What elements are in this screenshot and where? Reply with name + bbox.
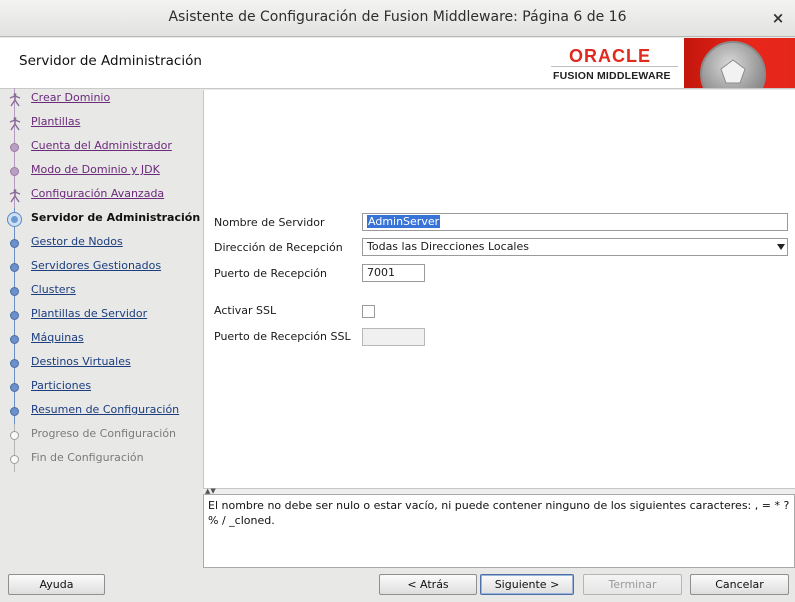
nav-item-label: Servidores Gestionados: [31, 259, 162, 272]
nav-item-5[interactable]: Servidor de Administración: [0, 208, 203, 232]
ssl-port-input[interactable]: [362, 328, 425, 346]
message-pane: El nombre no debe ser nulo o estar vacío…: [203, 494, 795, 568]
step-dot-icon: [10, 311, 19, 320]
nav-item-label: Progreso de Configuración: [31, 427, 177, 440]
nav-item-label: Servidor de Administración: [31, 211, 201, 224]
walker-icon: [9, 189, 21, 203]
logo-fmw-text: FUSION MIDDLEWARE: [553, 70, 671, 82]
nav-item-8[interactable]: Clusters: [0, 280, 203, 304]
nav-item-13[interactable]: Resumen de Configuración: [0, 400, 203, 424]
nav-item-label: Máquinas: [31, 331, 84, 344]
step-dot-icon: [10, 287, 19, 296]
nav-item-label: Resumen de Configuración: [31, 403, 180, 416]
listen-address-value: Todas las Direcciones Locales: [367, 240, 529, 253]
button-bar: Ayuda < Atrás Siguiente > Terminar Cance…: [0, 568, 795, 602]
walker-icon: [9, 93, 21, 107]
nav-item-0[interactable]: Crear Dominio: [0, 88, 203, 112]
nav-item-15: Fin de Configuración: [0, 448, 203, 472]
step-dot-icon: [10, 263, 19, 272]
help-button[interactable]: Ayuda: [8, 574, 105, 595]
step-dot-icon: [10, 455, 19, 464]
content-panel: Nombre de Servidor AdminServer Dirección…: [203, 90, 795, 488]
next-button[interactable]: Siguiente >: [480, 574, 574, 595]
close-icon[interactable]: ×: [770, 9, 786, 27]
listen-port-input[interactable]: 7001: [362, 264, 425, 282]
page-header: Servidor de Administración ORACLE FUSION…: [0, 38, 795, 89]
nav-item-4[interactable]: Configuración Avanzada: [0, 184, 203, 208]
nav-item-label: Plantillas de Servidor: [31, 307, 148, 320]
step-dot-icon: [10, 383, 19, 392]
listen-address-label: Dirección de Recepción: [214, 241, 343, 254]
walker-icon: [9, 117, 21, 131]
logo-divider: [551, 66, 678, 67]
server-name-label: Nombre de Servidor: [214, 216, 325, 229]
nav-item-9[interactable]: Plantillas de Servidor: [0, 304, 203, 328]
step-dot-icon: [10, 167, 19, 176]
server-name-value: AdminServer: [367, 215, 441, 228]
nav-item-1[interactable]: Plantillas: [0, 112, 203, 136]
nav-item-3[interactable]: Modo de Dominio y JDK: [0, 160, 203, 184]
ssl-port-label: Puerto de Recepción SSL: [214, 330, 351, 343]
ssl-checkbox[interactable]: [362, 305, 375, 318]
help-message: El nombre no debe ser nulo o estar vacío…: [208, 499, 790, 527]
step-dot-icon: [10, 359, 19, 368]
nav-item-label: Cuenta del Administrador: [31, 139, 172, 152]
nav-item-label: Plantillas: [31, 115, 81, 128]
step-dot-icon: [10, 239, 19, 248]
nav-item-label: Configuración Avanzada: [31, 187, 165, 200]
nav-item-6[interactable]: Gestor de Nodos: [0, 232, 203, 256]
current-step-icon: [7, 212, 22, 227]
logo-oracle-text: ORACLE: [569, 46, 651, 66]
step-dot-icon: [10, 143, 19, 152]
nav-item-label: Modo de Dominio y JDK: [31, 163, 160, 176]
listen-address-select[interactable]: Todas las Direcciones Locales: [362, 238, 788, 256]
window-title: Asistente de Configuración de Fusion Mid…: [168, 9, 627, 25]
step-dot-icon: [10, 335, 19, 344]
window-titlebar: Asistente de Configuración de Fusion Mid…: [0, 0, 795, 37]
finish-button[interactable]: Terminar: [583, 574, 682, 595]
ssl-label: Activar SSL: [214, 304, 277, 317]
step-dot-icon: [10, 407, 19, 416]
nav-item-label: Particiones: [31, 379, 92, 392]
nav-item-label: Crear Dominio: [31, 91, 111, 104]
nav-item-label: Destinos Virtuales: [31, 355, 131, 368]
server-name-input[interactable]: AdminServer: [362, 213, 788, 231]
listen-port-value: 7001: [367, 266, 395, 279]
listen-port-label: Puerto de Recepción: [214, 267, 328, 280]
nav-item-12[interactable]: Particiones: [0, 376, 203, 400]
step-dot-icon: [10, 431, 19, 440]
nav-item-11[interactable]: Destinos Virtuales: [0, 352, 203, 376]
oracle-logo: ORACLE FUSION MIDDLEWARE: [547, 42, 682, 87]
chevron-down-icon: [777, 244, 785, 250]
wizard-navigation: Crear Dominio Plantillas Cuenta del Admini…: [0, 88, 203, 568]
nav-item-2[interactable]: Cuenta del Administrador: [0, 136, 203, 160]
back-button[interactable]: < Atrás: [379, 574, 477, 595]
nav-item-7[interactable]: Servidores Gestionados: [0, 256, 203, 280]
nav-item-label: Gestor de Nodos: [31, 235, 123, 248]
cancel-button[interactable]: Cancelar: [690, 574, 789, 595]
page-title: Servidor de Administración: [19, 53, 202, 69]
nav-item-10[interactable]: Máquinas: [0, 328, 203, 352]
nav-item-label: Fin de Configuración: [31, 451, 144, 464]
nav-item-label: Clusters: [31, 283, 76, 296]
nav-item-14: Progreso de Configuración: [0, 424, 203, 448]
